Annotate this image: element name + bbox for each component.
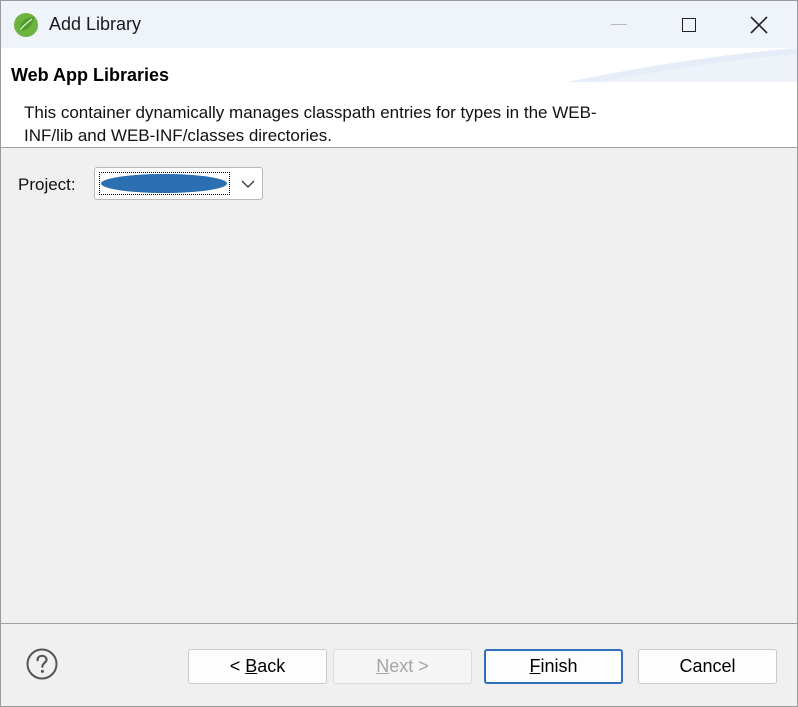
minimize-button[interactable]: [584, 1, 654, 48]
finish-mnemonic: F: [529, 656, 541, 676]
chevron-down-icon[interactable]: [241, 179, 255, 189]
project-dropdown[interactable]: [94, 167, 263, 200]
wizard-header-banner: Web App Libraries This container dynamic…: [1, 48, 797, 148]
finish-rest: inish: [540, 656, 578, 676]
spring-leaf-icon: [14, 13, 38, 37]
next-mnemonic: N: [376, 656, 390, 676]
maximize-icon: [682, 17, 696, 32]
back-rest: ack: [257, 656, 286, 676]
next-rest: ext >: [389, 656, 429, 676]
title-bar[interactable]: Add Library: [1, 1, 797, 48]
footer-separator: [1, 623, 797, 624]
next-button[interactable]: Next >: [333, 649, 472, 684]
back-prefix: <: [229, 656, 246, 676]
finish-button[interactable]: Finish: [484, 649, 623, 684]
project-selected-value: [99, 172, 230, 195]
banner-description: This container dynamically manages class…: [24, 103, 597, 145]
project-label: Project:: [18, 175, 76, 194]
question-circle-icon[interactable]: [25, 647, 59, 681]
banner-decoration: [567, 48, 797, 82]
minimize-icon: [611, 24, 627, 25]
maximize-button[interactable]: [654, 1, 724, 48]
banner-title: Web App Libraries: [11, 65, 170, 85]
cancel-button[interactable]: Cancel: [638, 649, 777, 684]
close-button[interactable]: [724, 1, 794, 48]
back-mnemonic: B: [245, 656, 258, 676]
window-title: Add Library: [49, 14, 142, 34]
close-icon: [750, 15, 768, 34]
redaction-mark: [101, 174, 227, 193]
add-library-dialog: Add Library Web App Libraries This conta…: [0, 0, 798, 707]
back-button[interactable]: < Back: [188, 649, 327, 684]
cancel-label: Cancel: [679, 656, 736, 676]
